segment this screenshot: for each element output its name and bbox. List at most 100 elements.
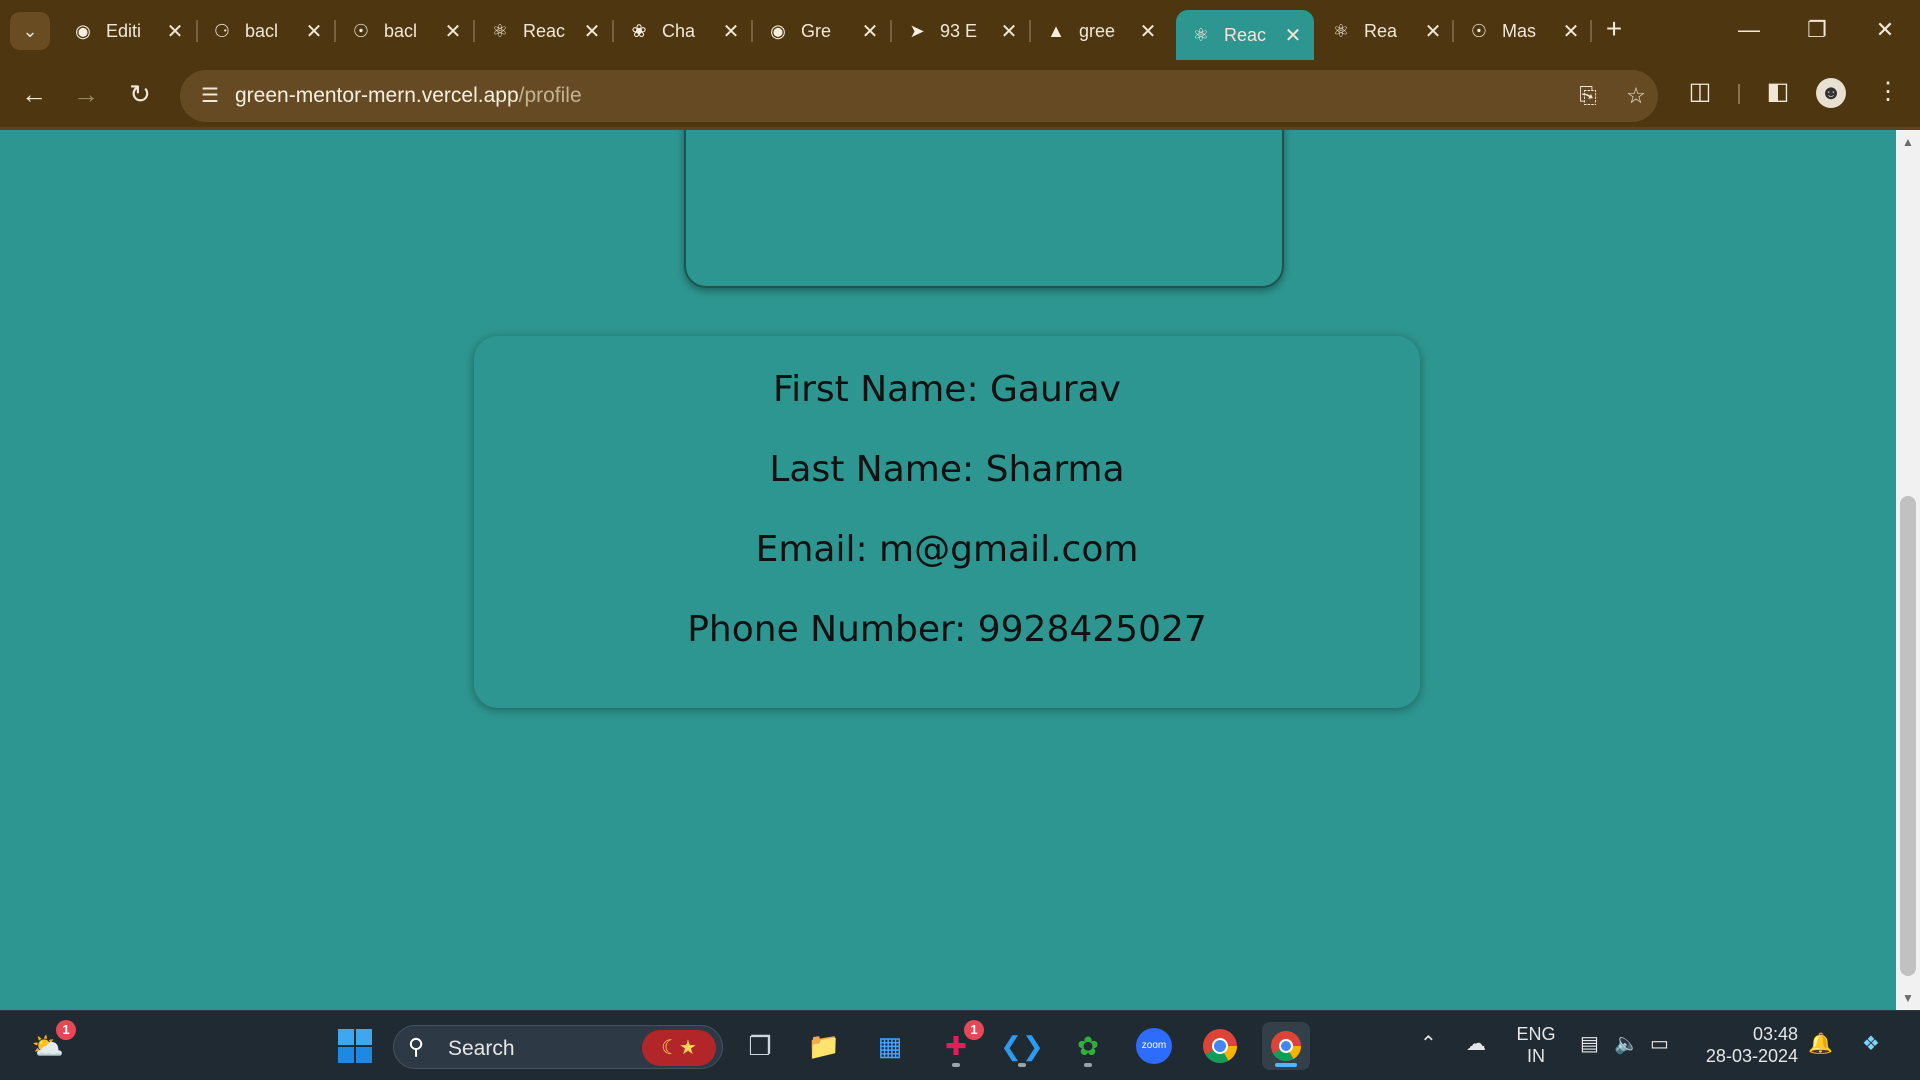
show-hidden-icons-chevron-icon[interactable]: ⌃ [1420, 1031, 1437, 1056]
side-panel-icon[interactable]: ◧ [1760, 74, 1796, 110]
back-arrow-icon[interactable]: ← [14, 74, 54, 114]
weather-widget-icon[interactable]: ⛅ 1 [24, 1020, 76, 1070]
tab-title: gree [1079, 20, 1116, 41]
forward-arrow-icon[interactable]: → [66, 74, 106, 114]
search-placeholder: Search [448, 1037, 515, 1060]
phone-number-text: Phone Number: 9928425027 [687, 609, 1207, 650]
onedrive-cloud-icon[interactable]: ☁ [1466, 1031, 1486, 1056]
top-card [684, 130, 1284, 288]
url-host: green-mentor-mern.vercel.app [235, 84, 519, 107]
windows-start-icon[interactable] [331, 1022, 379, 1070]
restore-icon[interactable]: ❐ [1792, 10, 1842, 50]
tab-search-button[interactable]: ⌄ [10, 12, 50, 50]
extensions-puzzle-icon[interactable]: ◫ [1682, 74, 1718, 110]
browser-tab[interactable]: ⚛ Reac ✕ [475, 10, 613, 52]
search-highlight-icon: ☾★ [642, 1030, 716, 1066]
vscode-icon[interactable]: ❮❯ [998, 1022, 1046, 1070]
zoom-app-icon[interactable]: zoom [1130, 1022, 1178, 1070]
close-icon[interactable]: ✕ [1282, 23, 1304, 48]
browser-tab[interactable]: ❀ Cha ✕ [614, 10, 752, 52]
browser-tab[interactable]: ⚆ bacl ✕ [197, 10, 335, 52]
close-icon[interactable]: ✕ [720, 19, 742, 44]
close-icon[interactable]: ✕ [442, 19, 464, 44]
browser-tab[interactable]: ◉ Gre ✕ [753, 10, 891, 52]
slack-badge: 1 [964, 1020, 984, 1040]
tab-title: Reac [523, 20, 566, 41]
react-icon: ⚛ [491, 20, 509, 41]
task-view-icon[interactable]: ❐ [736, 1022, 784, 1070]
tab-title: bacl [245, 20, 279, 41]
close-icon[interactable]: ✕ [303, 19, 325, 44]
network-icon[interactable]: ▤ [1580, 1031, 1599, 1056]
bookmark-star-icon[interactable]: ☆ [1620, 80, 1652, 112]
toolbar-divider [1738, 84, 1740, 104]
browser-tab[interactable]: ⚛ Rea ✕ [1316, 10, 1454, 52]
mongodb-compass-icon[interactable]: ✿ [1064, 1022, 1112, 1070]
tab-title: Rea [1364, 20, 1398, 41]
tab-title: 93 E [940, 20, 978, 41]
notification-bell-icon[interactable]: 🔔 [1808, 1031, 1833, 1056]
github-icon: ◉ [75, 20, 91, 41]
region-code: IN [1527, 1046, 1545, 1066]
globe-icon: ☉ [1470, 20, 1488, 41]
close-icon[interactable]: ✕ [1137, 19, 1159, 44]
close-icon[interactable]: ✕ [581, 19, 603, 44]
battery-icon[interactable]: ▭ [1650, 1031, 1669, 1056]
install-app-icon[interactable]: ⎘ [1572, 80, 1604, 112]
last-name-text: Last Name: Sharma [769, 449, 1125, 490]
tab-title: bacl [384, 20, 418, 41]
microsoft-store-icon[interactable]: ▦ [866, 1022, 914, 1070]
chatgpt-icon: ❀ [631, 20, 647, 41]
running-indicator [1084, 1063, 1092, 1067]
profile-avatar[interactable]: ☻ [1816, 78, 1846, 108]
slack-icon[interactable]: ✚ 1 [932, 1020, 984, 1070]
api-tool-icon: ⚆ [213, 20, 231, 41]
tab-title: Cha [662, 20, 696, 41]
close-icon[interactable]: ✕ [859, 19, 881, 44]
browser-tab[interactable]: ☉ bacl ✕ [336, 10, 474, 52]
close-icon[interactable]: ✕ [1422, 19, 1444, 44]
vercel-icon: ▲ [1047, 20, 1065, 41]
copilot-icon[interactable]: ❖ [1862, 1031, 1880, 1056]
new-tab-button[interactable]: + [1600, 12, 1628, 48]
scroll-up-arrow-icon[interactable]: ▲ [1896, 130, 1920, 154]
scroll-thumb[interactable] [1900, 496, 1916, 976]
tab-title: Gre [801, 20, 832, 41]
vertical-scrollbar[interactable]: ▲ ▼ [1896, 130, 1920, 1010]
browser-tab[interactable]: ☉ Mas ✕ [1454, 10, 1592, 52]
chrome-active-logo-icon [1271, 1031, 1301, 1062]
browser-tab[interactable]: ◉ Editi ✕ [58, 10, 196, 52]
language-code: ENG [1516, 1024, 1556, 1044]
reload-icon[interactable]: ↻ [120, 74, 160, 114]
browser-tab[interactable]: ➤ 93 E ✕ [892, 10, 1030, 52]
window-close-icon[interactable]: ✕ [1860, 10, 1910, 50]
site-info-icon[interactable]: ☰ [194, 80, 226, 112]
react-icon: ⚛ [1332, 20, 1350, 41]
search-icon: ⚲ [408, 1034, 425, 1059]
scroll-down-arrow-icon[interactable]: ▼ [1896, 986, 1920, 1010]
file-explorer-icon[interactable]: 📁 [800, 1022, 848, 1070]
page-viewport: First Name: Gaurav Last Name: Sharma Ema… [0, 130, 1896, 1010]
more-menu-icon[interactable]: ⋮ [1870, 74, 1906, 110]
system-clock[interactable]: 03:48 28-03-2024 [1692, 1023, 1798, 1067]
tab-separator [1590, 20, 1592, 42]
running-indicator [952, 1063, 960, 1067]
language-indicator[interactable]: ENG IN [1512, 1023, 1560, 1067]
close-icon[interactable]: ✕ [164, 19, 186, 44]
browser-tab-active[interactable]: ⚛ Reac ✕ [1176, 10, 1314, 60]
browser-tab[interactable]: ▲ gree ✕ [1031, 10, 1169, 52]
volume-icon[interactable]: 🔈 [1614, 1031, 1639, 1056]
chrome-profile-icon[interactable] [1262, 1022, 1310, 1070]
minimize-icon[interactable]: — [1724, 10, 1774, 50]
url-text[interactable]: green-mentor-mern.vercel.app/profile [235, 84, 582, 108]
chrome-icon[interactable] [1196, 1022, 1244, 1070]
tab-title: Mas [1502, 20, 1537, 41]
zoom-label: zoom [1136, 1028, 1172, 1064]
globe-icon: ☉ [352, 20, 370, 41]
close-icon[interactable]: ✕ [998, 19, 1020, 44]
close-icon[interactable]: ✕ [1560, 19, 1582, 44]
address-bar[interactable]: ☰ green-mentor-mern.vercel.app/profile ⎘… [180, 70, 1658, 122]
taskbar-search-box[interactable]: ⚲ Search ☾★ [393, 1025, 723, 1069]
widgets-badge: 1 [56, 1020, 76, 1040]
email-text: Email: m@gmail.com [755, 529, 1139, 570]
